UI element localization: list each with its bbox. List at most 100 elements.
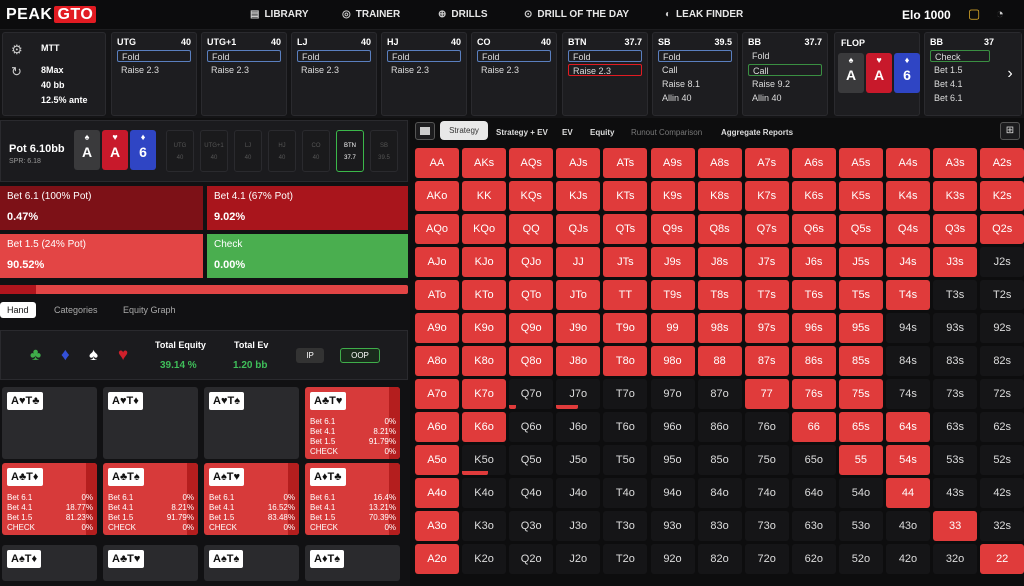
range-cell-J2o[interactable]: J2o [556, 544, 601, 574]
position-card-hj[interactable]: HJ 40 Fold Raise 2.3 [381, 32, 467, 116]
range-cell-94s[interactable]: 94s [886, 313, 930, 343]
range-cell-A5s[interactable]: A5s [838, 148, 883, 178]
tab-runout-comparison[interactable]: Runout Comparison [631, 128, 702, 137]
range-cell-A3o[interactable]: A3o [415, 511, 459, 541]
range-cell-97s[interactable]: 97s [744, 313, 789, 343]
range-cell-95s[interactable]: 95s [838, 313, 883, 343]
range-cell-K7o[interactable]: K7o [462, 379, 507, 409]
range-cell-J3s[interactable]: J3s [933, 247, 978, 277]
action-item[interactable]: Fold [297, 50, 371, 62]
tab-equity[interactable]: Equity [590, 128, 614, 137]
range-cell-TT[interactable]: TT [603, 280, 648, 310]
position-button-sb[interactable]: SB 39.5 [370, 130, 398, 172]
range-cell-A8s[interactable]: A8s [697, 148, 742, 178]
hand-combo-cell[interactable]: A♥T♦ [103, 387, 198, 459]
tab-hand[interactable]: Hand [0, 302, 36, 318]
range-cell-KTs[interactable]: KTs [603, 181, 648, 211]
action-bet-1-5-box[interactable]: Bet 1.5 (24% Pot) 90.52% [0, 234, 203, 278]
action-item[interactable]: Raise 9.2 [748, 78, 822, 90]
range-cell-K9s[interactable]: K9s [650, 181, 695, 211]
range-cell-K5s[interactable]: K5s [838, 181, 883, 211]
range-cell-A4o[interactable]: A4o [415, 478, 459, 508]
range-cell-A8o[interactable]: A8o [415, 346, 459, 376]
range-cell-K6o[interactable]: K6o [462, 412, 507, 442]
action-item[interactable]: Fold [568, 50, 642, 62]
range-cell-77[interactable]: 77 [744, 379, 789, 409]
range-cell-T3s[interactable]: T3s [933, 280, 978, 310]
feedback-icon[interactable]: ▢ [968, 6, 980, 22]
position-card-utg[interactable]: UTG 40 Fold Raise 2.3 [111, 32, 197, 116]
range-cell-KQs[interactable]: KQs [509, 181, 554, 211]
range-cell-92s[interactable]: 92s [980, 313, 1024, 343]
hand-combo-cell[interactable]: A♦T♣ Bet 6.1 16.4% Bet 4.1 13.21% Bet 1.5 70.3… [305, 463, 400, 535]
hand-combo-cell[interactable]: A♠T♦ [2, 545, 97, 581]
range-cell-84o[interactable]: 84o [697, 478, 742, 508]
range-cell-Q8o[interactable]: Q8o [509, 346, 554, 376]
range-cell-QTs[interactable]: QTs [603, 214, 648, 244]
range-cell-K9o[interactable]: K9o [462, 313, 507, 343]
range-cell-AQo[interactable]: AQo [415, 214, 459, 244]
range-cell-75o[interactable]: 75o [744, 445, 789, 475]
range-cell-A4s[interactable]: A4s [886, 148, 930, 178]
range-cell-87s[interactable]: 87s [744, 346, 789, 376]
range-cell-AQs[interactable]: AQs [509, 148, 554, 178]
position-button-hj[interactable]: HJ 40 [268, 130, 296, 172]
tab-strategy-ev[interactable]: Strategy + EV [496, 128, 548, 137]
range-cell-42s[interactable]: 42s [980, 478, 1024, 508]
range-cell-Q6s[interactable]: Q6s [791, 214, 836, 244]
range-cell-J6o[interactable]: J6o [556, 412, 601, 442]
range-cell-85o[interactable]: 85o [697, 445, 742, 475]
position-card-btn[interactable]: BTN 37.7 Fold Raise 2.3 [562, 32, 648, 116]
range-cell-96o[interactable]: 96o [650, 412, 695, 442]
range-cell-73o[interactable]: 73o [744, 511, 789, 541]
range-cell-Q3s[interactable]: Q3s [933, 214, 978, 244]
range-cell-A7o[interactable]: A7o [415, 379, 459, 409]
action-item[interactable]: Fold [207, 50, 281, 62]
action-item[interactable]: Fold [117, 50, 191, 62]
range-cell-AKo[interactable]: AKo [415, 181, 459, 211]
range-cell-JTs[interactable]: JTs [603, 247, 648, 277]
range-cell-T9o[interactable]: T9o [603, 313, 648, 343]
oop-toggle[interactable]: OOP [340, 348, 380, 363]
range-cell-53s[interactable]: 53s [933, 445, 978, 475]
range-cell-64s[interactable]: 64s [886, 412, 930, 442]
range-cell-A2s[interactable]: A2s [980, 148, 1024, 178]
range-cell-86o[interactable]: 86o [697, 412, 742, 442]
refresh-icon[interactable]: ↻ [11, 64, 22, 80]
range-cell-Q5s[interactable]: Q5s [838, 214, 883, 244]
hand-combo-cell[interactable]: A♥T♠ [204, 387, 299, 459]
range-cell-K6s[interactable]: K6s [791, 181, 836, 211]
range-cell-94o[interactable]: 94o [650, 478, 695, 508]
nav-trainer[interactable]: ◎ TRAINER [342, 9, 400, 20]
range-cell-QJo[interactable]: QJo [509, 247, 554, 277]
action-item[interactable]: Fold [658, 50, 732, 62]
range-cell-52s[interactable]: 52s [980, 445, 1024, 475]
range-cell-K3s[interactable]: K3s [933, 181, 978, 211]
range-cell-A2o[interactable]: A2o [415, 544, 459, 574]
range-cell-Q9o[interactable]: Q9o [509, 313, 554, 343]
range-cell-KK[interactable]: KK [462, 181, 507, 211]
range-cell-J3o[interactable]: J3o [556, 511, 601, 541]
range-cell-Q7o[interactable]: Q7o [509, 379, 554, 409]
range-cell-K3o[interactable]: K3o [462, 511, 507, 541]
diamond-icon[interactable]: ♦ [61, 345, 70, 365]
range-cell-AJs[interactable]: AJs [556, 148, 601, 178]
action-item[interactable]: Raise 2.3 [297, 64, 371, 76]
range-cell-A9o[interactable]: A9o [415, 313, 459, 343]
logo[interactable]: PEAK GTO [6, 6, 97, 24]
range-cell-K4o[interactable]: K4o [462, 478, 507, 508]
action-item[interactable]: Call [658, 64, 732, 76]
range-cell-JTo[interactable]: JTo [556, 280, 601, 310]
position-card-lj[interactable]: LJ 40 Fold Raise 2.3 [291, 32, 377, 116]
range-cell-J9o[interactable]: J9o [556, 313, 601, 343]
hand-combo-cell[interactable]: A♣T♦ Bet 6.1 0% Bet 4.1 18.77% Bet 1.5 81.23% C… [2, 463, 97, 535]
action-item[interactable]: Raise 2.3 [477, 64, 551, 76]
range-cell-T8o[interactable]: T8o [603, 346, 648, 376]
game-info-card[interactable]: ⚙ ↻ MTT 8Max 40 bb 12.5% ante [2, 32, 106, 116]
range-cell-J8s[interactable]: J8s [697, 247, 742, 277]
range-cell-72o[interactable]: 72o [744, 544, 789, 574]
range-cell-32o[interactable]: 32o [933, 544, 978, 574]
action-item[interactable]: Raise 8.1 [658, 78, 732, 90]
position-button-co[interactable]: CO 40 [302, 130, 330, 172]
range-cell-98o[interactable]: 98o [650, 346, 695, 376]
